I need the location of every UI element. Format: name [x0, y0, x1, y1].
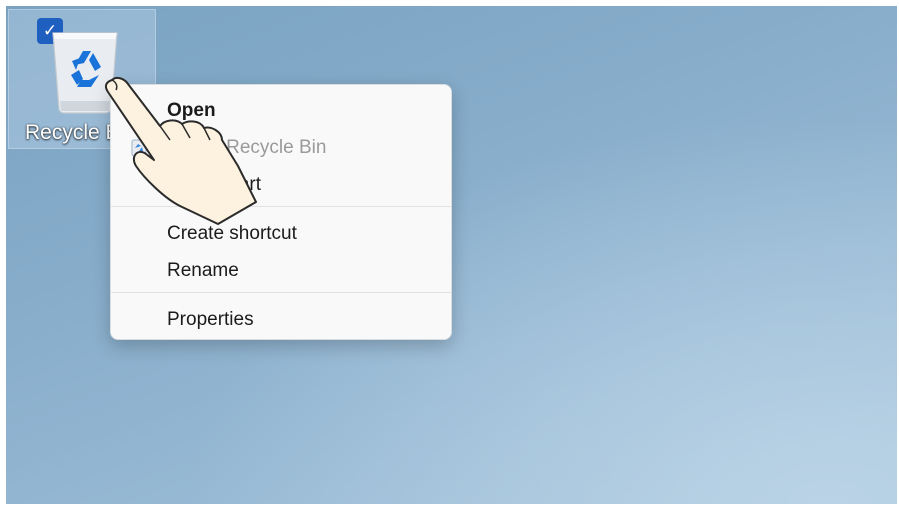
desktop: ✓ Recycle Bin Open Empty Recycle Bin Pin… [6, 6, 897, 504]
menu-separator [111, 292, 451, 293]
pointing-hand-icon [104, 76, 257, 225]
menu-item-rename[interactable]: Rename [167, 260, 239, 282]
menu-item-properties[interactable]: Properties [167, 309, 254, 331]
